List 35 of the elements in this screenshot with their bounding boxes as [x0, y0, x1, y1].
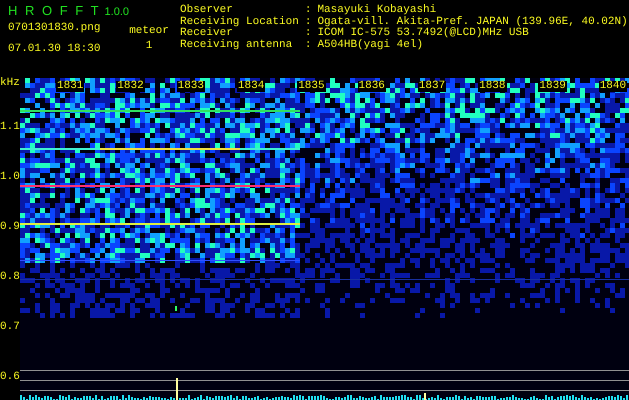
time-label: 1838 [478, 81, 506, 92]
time-label: 1833 [176, 81, 205, 92]
axis-label: 0.8 [0, 272, 20, 283]
meteor-label: meteor [129, 26, 169, 37]
app-title: H R O F F T [8, 3, 99, 18]
info-separator: : [304, 16, 312, 28]
info-value: A504HB(yagi 4el) [317, 40, 424, 51]
time-label: 1834 [236, 81, 266, 92]
axis-label: 1.0 [0, 172, 20, 183]
info-label: Observer [180, 5, 234, 16]
info-label: Receiving antenna [180, 40, 294, 51]
app-version: 1.0.0 [104, 6, 130, 18]
info-value: ICOM IC-575 53.7492(@LCD)MHz USB [317, 28, 530, 39]
axis-label: 1.1 [0, 122, 20, 133]
axis-label: 0.7 [0, 322, 20, 333]
time-label: 1836 [358, 81, 386, 92]
axis-label: 0.6 [0, 372, 20, 383]
info-label: Receiver [180, 28, 234, 39]
time-label: 1839 [538, 81, 567, 92]
info-separator: : [304, 28, 312, 40]
axis-label: 0.9 [0, 222, 20, 233]
axis-unit: kHz [0, 78, 20, 89]
time-label: 1835 [297, 81, 326, 92]
info-separator: : [304, 40, 312, 51]
info-label: Receiving Location [180, 16, 299, 28]
time-label: 1837 [418, 81, 446, 92]
file-name: 0701301830.png [8, 23, 102, 34]
info-separator: : [304, 5, 312, 16]
time-label: 1831 [56, 81, 84, 92]
time-label: 1840 [598, 81, 628, 92]
date-time: 07.01.30 18:30 [8, 44, 102, 55]
info-value: Masayuki Kobayashi [317, 5, 438, 16]
time-label: 1832 [116, 81, 145, 92]
meteor-count: 1 [146, 41, 152, 52]
info-value: Ogata-vill. Akita-Pref. JAPAN (139.96E, 40.02N) [317, 16, 628, 28]
